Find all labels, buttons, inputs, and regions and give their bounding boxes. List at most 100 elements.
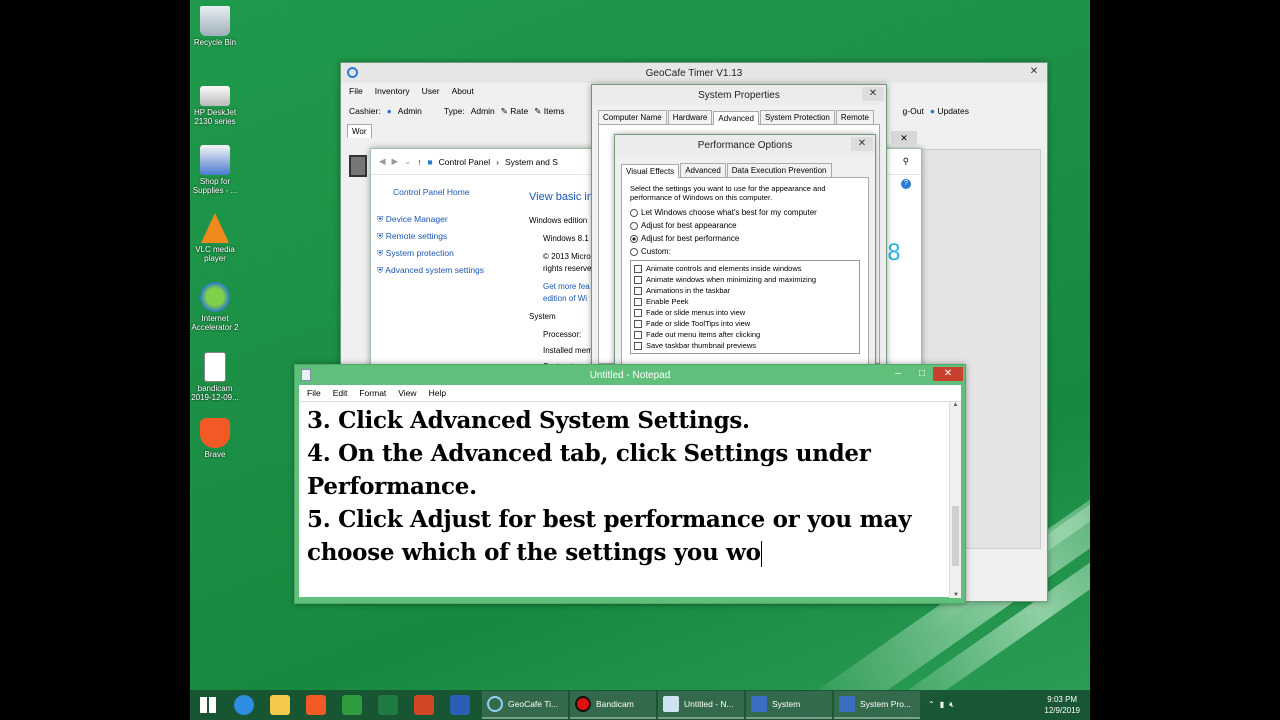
more-features-link[interactable]: Get more fea — [543, 281, 593, 293]
chevron-up-icon[interactable]: ⌃ — [928, 700, 935, 710]
items-button[interactable]: ✎ Items — [534, 106, 564, 117]
taskbar-word[interactable] — [442, 690, 478, 720]
clock[interactable]: 9:03 PM 12/9/2019 — [1044, 694, 1080, 716]
close-button[interactable]: ✕ — [933, 367, 963, 381]
menu-inventory[interactable]: Inventory — [375, 86, 410, 96]
effect-checkbox[interactable]: Fade or slide menus into view — [634, 307, 856, 318]
effect-label: Animations in the taskbar — [646, 286, 731, 295]
volume-muted-icon[interactable]: 🔇︎ — [949, 700, 954, 710]
effect-checkbox[interactable]: Animate controls and elements inside win… — [634, 263, 856, 274]
effect-checkbox[interactable]: Fade or slide ToolTips into view — [634, 318, 856, 329]
tab-system-protection[interactable]: System Protection — [759, 110, 835, 124]
network-icon[interactable]: ▮ — [940, 700, 944, 710]
start-button[interactable] — [190, 690, 226, 720]
minimize-button[interactable]: – — [887, 367, 909, 381]
desktop-icon-bandicam-file[interactable]: bandicam 2019-12-09... — [190, 352, 243, 402]
updates-button[interactable]: ● Updates — [930, 106, 969, 116]
vertical-scrollbar[interactable]: ▲ ▼ — [949, 402, 961, 598]
chevron-down-icon[interactable]: ⌄ — [404, 156, 411, 167]
task-system[interactable]: System — [746, 691, 832, 719]
task-bandicam[interactable]: Bandicam — [570, 691, 656, 719]
effect-label: Save taskbar thumbnail previews — [646, 341, 757, 350]
close-button[interactable]: ✕ — [891, 131, 917, 145]
menu-about[interactable]: About — [452, 86, 474, 96]
taskbar-store[interactable] — [334, 690, 370, 720]
effect-label: Fade or slide menus into view — [646, 308, 746, 317]
menu-user[interactable]: User — [422, 86, 440, 96]
close-button[interactable]: ✕ — [862, 87, 884, 101]
radio-let-windows-choose[interactable]: Let Windows choose what's best for my co… — [630, 208, 860, 217]
rate-button[interactable]: ✎ Rate — [501, 106, 528, 117]
sidebar-item-advanced-settings[interactable]: ⛨ Advanced system settings — [377, 262, 484, 279]
taskbar-ie[interactable] — [226, 690, 262, 720]
effect-checkbox[interactable]: Save taskbar thumbnail previews — [634, 340, 856, 351]
desktop-icon-brave[interactable]: Brave — [190, 418, 243, 459]
tab-advanced[interactable]: Advanced — [713, 111, 759, 125]
close-button[interactable]: ✕ — [851, 137, 873, 151]
effect-checkbox[interactable]: Animate windows when minimizing and maxi… — [634, 274, 856, 285]
maximize-button[interactable]: □ — [911, 367, 933, 381]
tab-hardware[interactable]: Hardware — [667, 110, 713, 124]
sidebar-item-system-protection[interactable]: ⛨ System protection — [377, 245, 484, 262]
tab-visual-effects[interactable]: Visual Effects — [621, 164, 680, 178]
menu-help[interactable]: Help — [429, 388, 446, 398]
scroll-down-icon[interactable]: ▼ — [950, 592, 962, 598]
desktop-icon-internet-accelerator[interactable]: Internet Accelerator 2 — [190, 282, 243, 332]
breadcrumb-separator: › — [496, 156, 499, 167]
search-icon[interactable]: ⚲ — [903, 156, 909, 167]
breadcrumb-system-security[interactable]: System and S — [505, 157, 558, 167]
system-properties-titlebar: System Properties ✕ — [592, 85, 886, 105]
logout-button[interactable]: g-Out — [903, 106, 924, 116]
menu-file[interactable]: File — [349, 86, 363, 96]
effect-label: Fade out menu items after clicking — [646, 330, 761, 339]
desktop-icon-vlc[interactable]: VLC media player — [190, 213, 243, 263]
radio-label: Adjust for best performance — [641, 234, 740, 243]
task-system-properties[interactable]: System Pro... — [834, 691, 920, 719]
more-features-link-cont[interactable]: edition of Wi — [543, 293, 593, 305]
recycle-bin-icon — [200, 6, 230, 36]
tab-workstations[interactable]: Wor — [347, 124, 372, 138]
menu-edit[interactable]: Edit — [333, 388, 348, 398]
rights-text: rights reserve — [543, 264, 592, 273]
taskbar-powerpoint[interactable] — [406, 690, 442, 720]
menu-file[interactable]: File — [307, 388, 321, 398]
cashier-label: Cashier: — [349, 106, 381, 116]
tab-remote[interactable]: Remote — [835, 110, 874, 124]
shop-printer-icon — [200, 145, 230, 175]
notepad-window[interactable]: Untitled - Notepad – □ ✕ File Edit Forma… — [294, 364, 966, 604]
control-panel-home-link[interactable]: Control Panel Home — [393, 187, 470, 197]
menu-format[interactable]: Format — [359, 388, 386, 398]
notepad-text-area[interactable]: 3. Click Advanced System Settings. 4. On… — [299, 401, 961, 598]
radio-best-appearance[interactable]: Adjust for best appearance — [630, 221, 860, 230]
close-button[interactable]: ✕ — [1023, 65, 1045, 79]
tab-advanced[interactable]: Advanced — [680, 163, 726, 177]
breadcrumb-control-panel[interactable]: Control Panel — [439, 157, 491, 167]
desktop-icon-recycle-bin[interactable]: Recycle Bin — [190, 6, 243, 47]
radio-custom[interactable]: Custom: — [630, 247, 860, 256]
help-icon[interactable]: ? — [901, 179, 911, 189]
performance-options-window[interactable]: Performance Options ✕ Visual Effects Adv… — [614, 134, 876, 370]
scrollbar-thumb[interactable] — [952, 506, 959, 566]
effect-checkbox[interactable]: Fade out menu items after clicking — [634, 329, 856, 340]
sidebar-item-device-manager[interactable]: ⛨ Device Manager — [377, 211, 484, 228]
performance-options-tabs: Visual Effects Advanced Data Execution P… — [615, 163, 875, 178]
scroll-up-icon[interactable]: ▲ — [950, 402, 961, 408]
tab-computer-name[interactable]: Computer Name — [598, 110, 667, 124]
effect-checkbox[interactable]: Enable Peek — [634, 296, 856, 307]
tab-data-execution-prevention[interactable]: Data Execution Prevention — [726, 163, 832, 177]
effects-list[interactable]: Animate controls and elements inside win… — [630, 260, 860, 354]
effect-checkbox[interactable]: Animations in the taskbar — [634, 285, 856, 296]
task-notepad[interactable]: Untitled - N... — [658, 691, 744, 719]
task-geocafe[interactable]: GeoCafe Ti... — [482, 691, 568, 719]
up-icon[interactable]: ↑ — [417, 157, 421, 167]
sidebar-item-remote-settings[interactable]: ⛨ Remote settings — [377, 228, 484, 245]
desktop-icon-printer[interactable]: HP DeskJet 2130 series — [190, 80, 243, 126]
back-icon[interactable]: ◀ — [379, 156, 386, 167]
taskbar-file-explorer[interactable] — [262, 690, 298, 720]
menu-view[interactable]: View — [398, 388, 416, 398]
taskbar-excel[interactable] — [370, 690, 406, 720]
desktop-icon-shop-supplies[interactable]: Shop for Supplies - ... — [190, 145, 243, 195]
taskbar-brave[interactable] — [298, 690, 334, 720]
forward-icon[interactable]: ▶ — [392, 156, 399, 167]
radio-best-performance[interactable]: Adjust for best performance — [630, 234, 860, 243]
